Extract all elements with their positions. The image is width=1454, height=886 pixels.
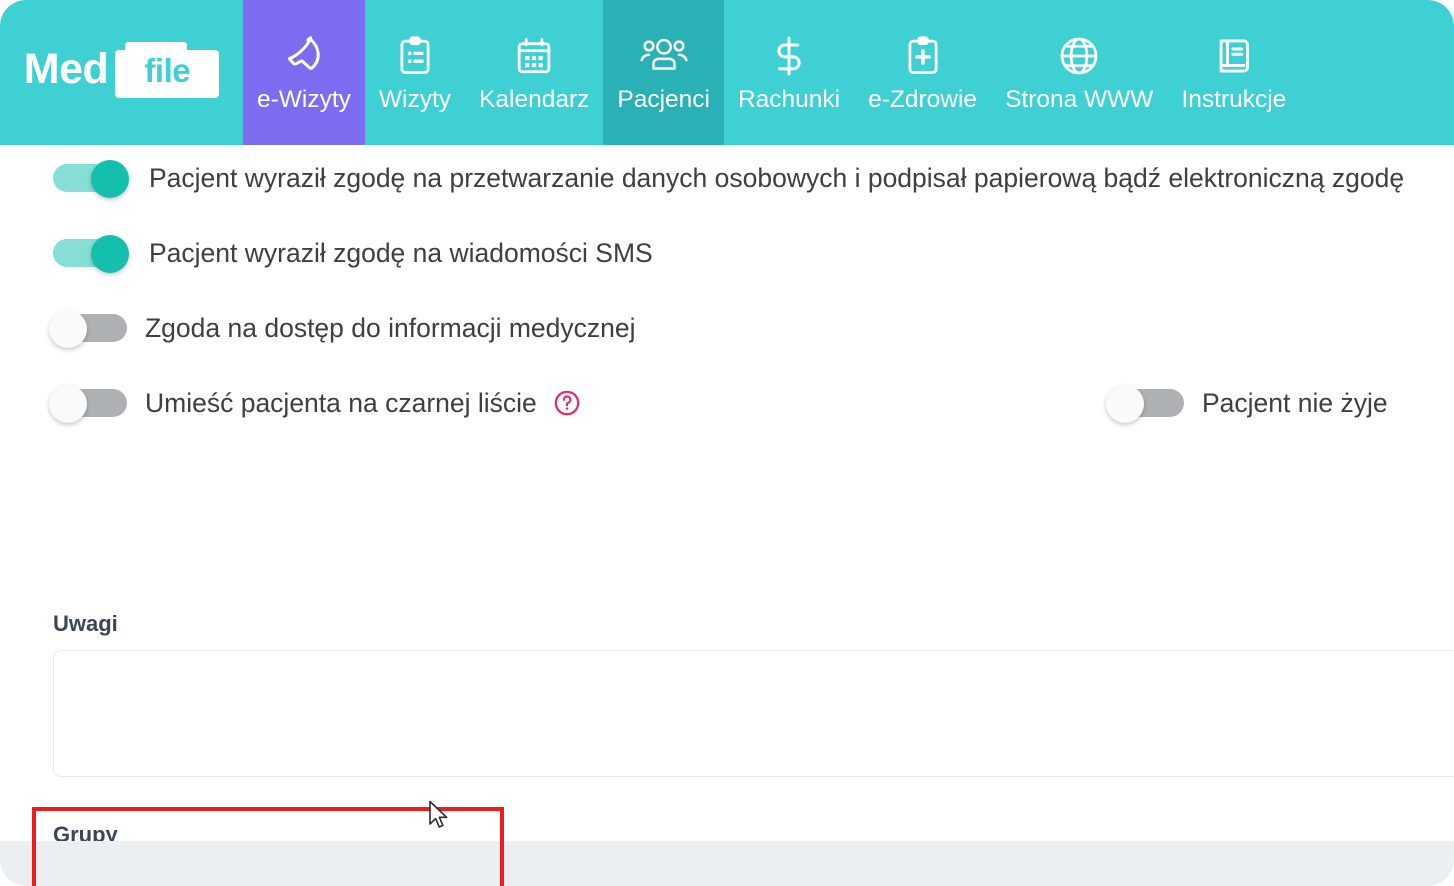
logo-text-med: Med [23,45,109,93]
consent-personal-data-row: Pacjent wyraził zgodę na przetwarzanie d… [53,160,1405,198]
consent-medical-access-toggle[interactable] [49,310,127,348]
nav-item-strona-www[interactable]: Strona WWW [991,0,1167,145]
clipboard-list-icon [389,33,441,79]
book-icon [1208,33,1260,79]
nav-label-pacjenci: Pacjenci [617,85,710,113]
nav-item-wizyty[interactable]: Wizyty [365,0,465,145]
consent-sms-row: Pacjent wyraził zgodę na wiadomości SMS [53,235,653,273]
logo-folder-icon: file [115,41,220,98]
nav-label-rachunki: Rachunki [737,85,841,113]
patient-deceased-toggle[interactable] [1106,385,1184,423]
nav-item-instrukcje[interactable]: Instrukcje [1167,0,1300,145]
window-footer [0,841,1454,886]
blacklist-patient-row: Umieść pacjenta na czarnej liście [49,385,581,423]
consent-medical-access-row: Zgoda na dostęp do informacji medycznej [49,310,636,348]
nav-item-e-wizyty[interactable]: e-Wizyty [243,0,365,145]
consent-personal-data-label: Pacjent wyraził zgodę na przetwarzanie d… [149,162,1405,193]
blacklist-patient-label: Umieść pacjenta na czarnej liście [145,387,537,418]
patient-form-content: Pacjent wyraził zgodę na przetwarzanie d… [0,145,1454,886]
nav-label-e-zdrowie: e-Zdrowie [868,85,978,113]
patient-deceased-row: Pacjent nie żyje [1106,385,1388,423]
consent-medical-access-label: Zgoda na dostęp do informacji medycznej [145,312,636,343]
logo-text-file: file [144,51,191,89]
top-navigation-bar: Med file e-Wizyty Wizyty Kalendarz Pacje… [0,0,1454,145]
consent-personal-data-toggle[interactable] [53,160,131,198]
uwagi-textarea[interactable] [53,650,1454,777]
phone-icon [278,33,330,79]
patient-deceased-label: Pacjent nie żyje [1202,387,1388,418]
consent-sms-toggle[interactable] [53,235,131,273]
nav-label-e-wizyty: e-Wizyty [257,85,351,113]
medfile-logo[interactable]: Med file [0,0,243,145]
clipboard-plus-icon [897,33,949,79]
nav-label-wizyty: Wizyty [378,85,452,113]
nav-item-pacjenci[interactable]: Pacjenci [603,0,724,145]
nav-label-strona-www: Strona WWW [1005,85,1154,113]
nav-label-instrukcje: Instrukcje [1181,85,1287,113]
nav-item-e-zdrowie[interactable]: e-Zdrowie [854,0,991,145]
dollar-icon [763,33,815,79]
nav-item-kalendarz[interactable]: Kalendarz [465,0,603,145]
blacklist-patient-toggle[interactable] [49,385,127,423]
consent-sms-label: Pacjent wyraził zgodę na wiadomości SMS [149,237,653,268]
nav-label-kalendarz: Kalendarz [479,85,590,113]
users-group-icon [638,33,690,79]
application-window: Med file e-Wizyty Wizyty Kalendarz Pacje… [0,0,1454,886]
uwagi-label: Uwagi [53,611,118,636]
help-question-icon[interactable] [553,389,581,417]
globe-icon [1053,33,1105,79]
calendar-icon [508,33,560,79]
nav-item-rachunki[interactable]: Rachunki [724,0,854,145]
